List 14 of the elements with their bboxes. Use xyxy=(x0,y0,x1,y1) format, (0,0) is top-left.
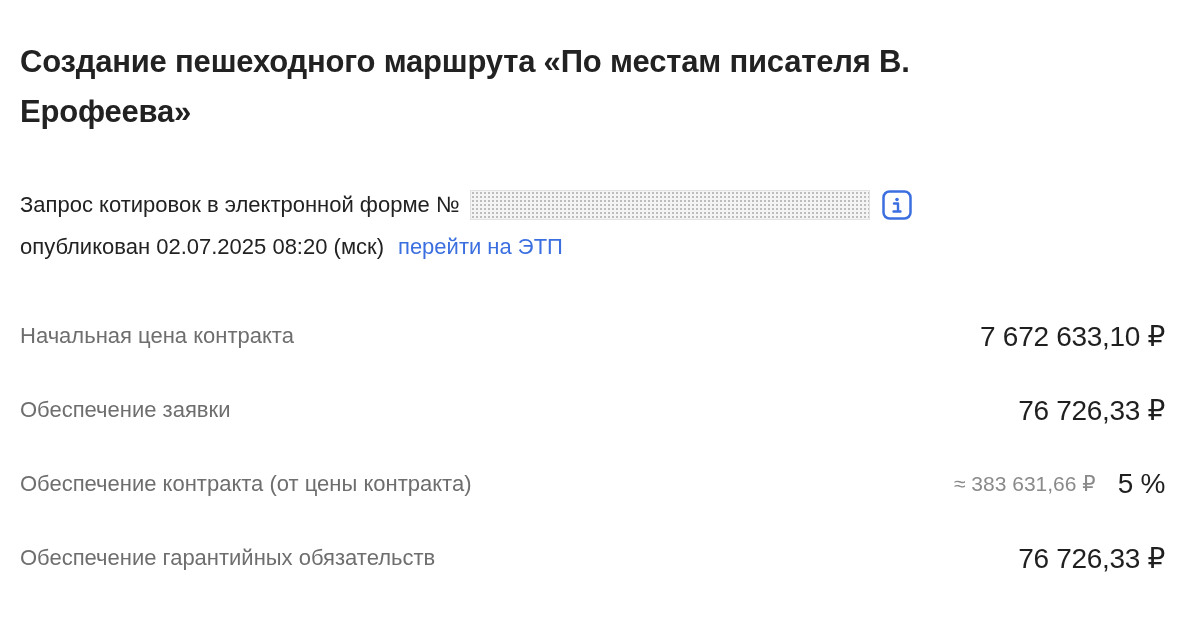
detail-label: Обеспечение гарантийных обязательств xyxy=(20,545,436,571)
procurement-label: Запрос котировок в электронной форме № xyxy=(20,192,460,218)
etp-link[interactable]: перейти на ЭТП xyxy=(397,234,563,260)
detail-label: Обеспечение заявки xyxy=(20,397,231,423)
info-icon[interactable] xyxy=(881,190,912,220)
page-title: Создание пешеходного маршрута «По местам писателя В. Ерофеева» xyxy=(20,43,911,131)
approx-amount: ≈ 383 631,66 ₽ xyxy=(953,472,1096,496)
detail-label: Начальная цена контракта xyxy=(20,323,294,349)
detail-value: 76 726,33 ₽ xyxy=(1018,393,1165,427)
detail-value: 5 % xyxy=(1117,468,1165,500)
detail-value: 7 672 633,10 ₽ xyxy=(980,319,1165,353)
detail-label: Обеспечение контракта (от цены контракта) xyxy=(20,471,472,497)
detail-value: 76 726,33 ₽ xyxy=(1018,541,1165,575)
published-date: опубликован 02.07.2025 08:20 (мск) xyxy=(20,234,384,260)
